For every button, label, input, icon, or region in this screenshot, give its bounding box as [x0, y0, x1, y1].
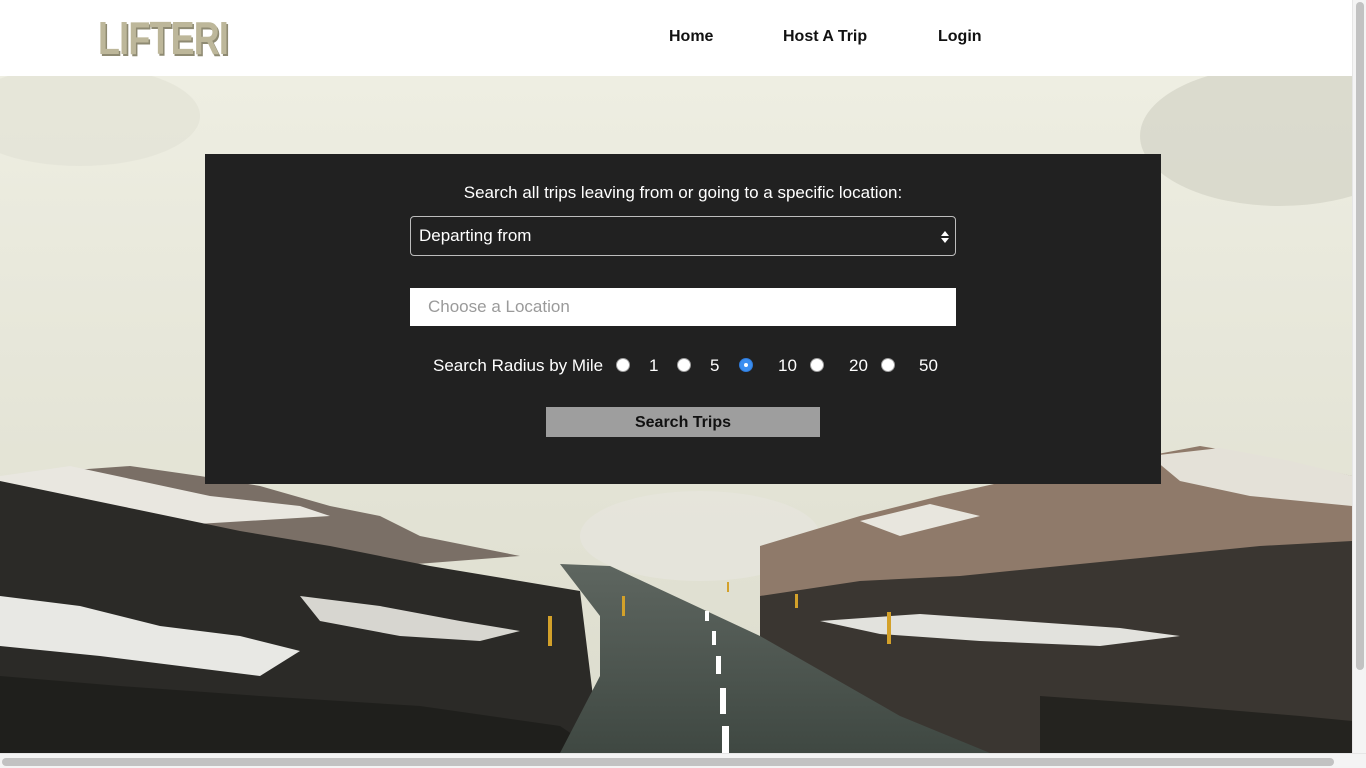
- radius-value-10: 10: [778, 356, 797, 375]
- radius-radio-50[interactable]: [881, 358, 895, 372]
- radius-radio-1[interactable]: [616, 358, 630, 372]
- location-input[interactable]: [410, 288, 956, 326]
- select-arrows-icon: [941, 231, 949, 243]
- site-header: LIFTERI Home Host A Trip Login: [0, 0, 1352, 76]
- vertical-scrollbar-thumb[interactable]: [1356, 2, 1364, 670]
- nav-home-link[interactable]: Home: [669, 27, 713, 47]
- radius-radio-10[interactable]: [739, 358, 753, 372]
- radius-value-1: 1: [649, 356, 659, 375]
- vertical-scrollbar[interactable]: [1352, 0, 1366, 753]
- radius-value-20: 20: [849, 356, 868, 375]
- direction-select[interactable]: Departing from: [410, 216, 956, 256]
- direction-select-value: Departing from: [419, 226, 532, 245]
- lifteri-logo[interactable]: LIFTERI: [98, 14, 265, 62]
- radius-radio-20[interactable]: [810, 358, 824, 372]
- logo-text: LIFTERI: [98, 12, 229, 64]
- radius-radio-5[interactable]: [677, 358, 691, 372]
- radius-label: Search Radius by Mile: [433, 356, 604, 375]
- nav-host-trip-link[interactable]: Host A Trip: [783, 27, 867, 47]
- radius-value-5: 5: [710, 356, 720, 375]
- search-prompt: Search all trips leaving from or going t…: [463, 183, 903, 202]
- horizontal-scrollbar-thumb[interactable]: [2, 758, 1334, 766]
- radius-value-50: 50: [919, 356, 938, 375]
- search-trips-button[interactable]: Search Trips: [546, 407, 820, 437]
- nav-login-link[interactable]: Login: [938, 27, 982, 47]
- horizontal-scrollbar[interactable]: [0, 753, 1366, 768]
- trip-search-panel: Search all trips leaving from or going t…: [205, 154, 1161, 484]
